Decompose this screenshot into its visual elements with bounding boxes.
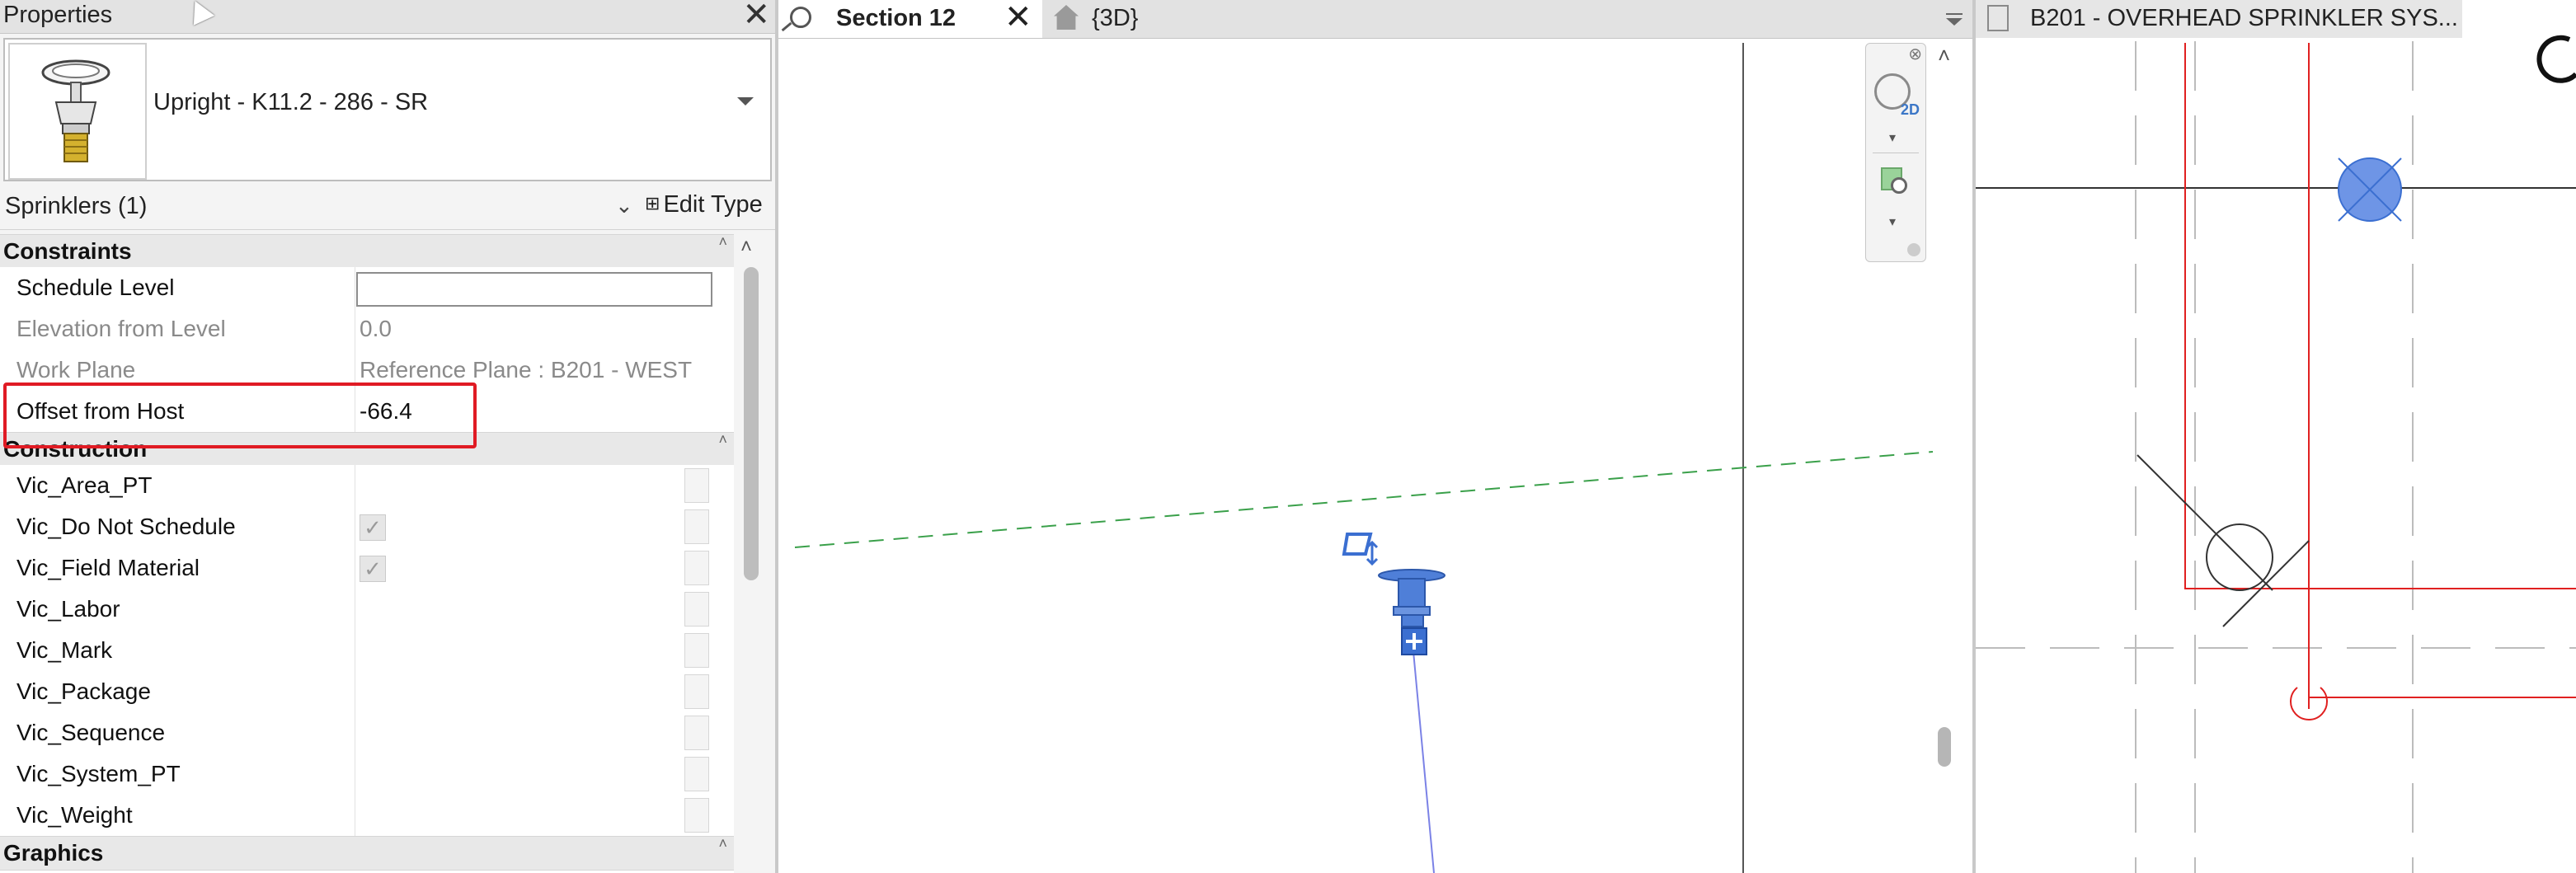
offset-highlight-box (3, 383, 477, 448)
view-scrollbar[interactable]: ˄ (1933, 43, 1963, 873)
checkbox-checked[interactable]: ✓ (360, 514, 386, 541)
property-value: Reference Plane : B201 - WEST (360, 357, 693, 383)
edit-value-button[interactable] (684, 798, 709, 833)
collapse-icon[interactable]: ˄ (718, 233, 727, 251)
collapse-icon[interactable]: ˄ (718, 835, 727, 852)
chevron-down-icon[interactable]: ⌄ (615, 193, 633, 218)
sprinkler-head-icon (41, 59, 110, 162)
chevron-down-icon[interactable]: ▾ (1889, 214, 1896, 230)
property-value: 0.0 (360, 316, 392, 341)
scroll-up-icon[interactable]: ˄ (1938, 43, 1950, 68)
property-row-vic-area-pt[interactable]: Vic_Area_PT (0, 465, 734, 507)
property-name: Work Plane (16, 357, 136, 383)
property-row-vic-mark[interactable]: Vic_Mark (0, 630, 734, 672)
property-name: Vic_Sequence (16, 720, 166, 745)
property-row-vic-sequence[interactable]: Vic_Sequence (0, 712, 734, 754)
pipe-line (1413, 650, 1435, 873)
edit-value-button[interactable] (684, 551, 709, 585)
chevron-down-icon[interactable]: ▾ (1889, 129, 1896, 146)
sprinkler-symbol[interactable] (2136, 454, 2310, 627)
edit-value-button[interactable] (684, 757, 709, 791)
edit-type-icon: ⊞ (645, 193, 660, 214)
instance-filter[interactable]: Sprinklers (1) ⌄ ⊞ Edit Type (0, 186, 775, 230)
edit-value-button[interactable] (684, 633, 709, 668)
property-name: Vic_Do Not Schedule (16, 514, 236, 539)
edit-value-button[interactable] (684, 468, 709, 503)
zoom-icon[interactable] (1881, 167, 1907, 195)
edit-value-button[interactable] (684, 592, 709, 627)
properties-grid: Constraints ˄ Schedule Level Elevation f… (0, 233, 734, 873)
edit-value-button[interactable] (684, 509, 709, 544)
property-row-vic-system-pt[interactable]: Vic_System_PT (0, 753, 734, 796)
properties-title-bar: Properties ✕ (0, 0, 775, 34)
type-name: Upright - K11.2 - 286 - SR (153, 89, 429, 115)
selected-sprinkler[interactable] (1342, 533, 1445, 655)
chevron-down-icon[interactable] (737, 97, 754, 106)
section-canvas (794, 43, 1934, 873)
group-label: Constraints (3, 238, 132, 264)
magnifier (1891, 177, 1907, 194)
property-name: Vic_Area_PT (16, 472, 153, 498)
close-icon[interactable]: ⊗ (1908, 44, 1922, 64)
group-label: Graphics (3, 840, 104, 866)
property-name: Vic_Labor (16, 596, 120, 622)
property-row-vic-labor[interactable]: Vic_Labor (0, 589, 734, 631)
property-row-schedule-level[interactable]: Schedule Level (0, 267, 734, 309)
navigation-bar: ⊗ 2D ▾ ▾ (1865, 43, 1926, 262)
collapse-icon[interactable]: ˄ (718, 431, 727, 448)
close-icon[interactable]: ✕ (742, 0, 770, 31)
property-name: Vic_Package (16, 678, 151, 704)
sprinkler-symbol-selected[interactable] (2338, 157, 2402, 222)
options-icon[interactable] (1907, 243, 1920, 256)
property-name: Elevation from Level (16, 316, 226, 341)
filter-label: Sprinklers (1) (5, 193, 148, 219)
plan-canvas (1976, 35, 2576, 873)
edit-value-button[interactable] (684, 716, 709, 750)
grid-lines (1976, 41, 2576, 873)
property-row-vic-do-not-schedule[interactable]: Vic_Do Not Schedule ✓ (0, 506, 734, 548)
group-constraints[interactable]: Constraints ˄ (0, 233, 734, 269)
type-selector[interactable]: Upright - K11.2 - 286 - SR (3, 38, 772, 181)
edit-type-label: Edit Type (663, 191, 763, 218)
property-row-elevation: Elevation from Level 0.0 (0, 308, 734, 350)
edit-type-button[interactable]: ⊞ Edit Type (645, 191, 763, 218)
property-row-vic-weight[interactable]: Vic_Weight (0, 795, 734, 837)
properties-panel: Properties ✕ Upright - K11.2 - 286 - SR … (0, 0, 778, 873)
plan-view[interactable]: B201 - OVERHEAD SPRINKLER SYS... (1976, 0, 2576, 873)
scroll-up-icon[interactable]: ˄ (740, 236, 752, 259)
scrollbar-thumb[interactable] (1938, 727, 1951, 767)
property-name: Schedule Level (16, 275, 175, 300)
section-view[interactable]: Section 12 ✕ {3D} ⊗ 2D ▾ ▾ ˄ (778, 0, 1976, 873)
property-name: Vic_Field Material (16, 555, 200, 580)
properties-title: Properties (3, 2, 113, 28)
sprinkler-thumbnail (8, 43, 147, 180)
pipe-outline (2184, 43, 2576, 720)
partial-symbol (2536, 35, 2576, 83)
property-name: Vic_System_PT (16, 761, 181, 786)
property-row-vic-package[interactable]: Vic_Package (0, 671, 734, 713)
properties-scrollbar[interactable]: ˄ (740, 234, 762, 873)
scrollbar-thumb[interactable] (744, 267, 759, 580)
property-name: Vic_Mark (16, 637, 113, 663)
property-name: Vic_Weight (16, 802, 133, 828)
group-graphics[interactable]: Graphics ˄ (0, 835, 734, 871)
edit-value-button[interactable] (684, 674, 709, 709)
property-row-vic-field-material[interactable]: Vic_Field Material ✓ (0, 547, 734, 589)
checkbox-checked[interactable]: ✓ (360, 556, 386, 582)
schedule-level-field[interactable] (356, 272, 712, 307)
wheel-2d-label: 2D (1901, 101, 1920, 118)
